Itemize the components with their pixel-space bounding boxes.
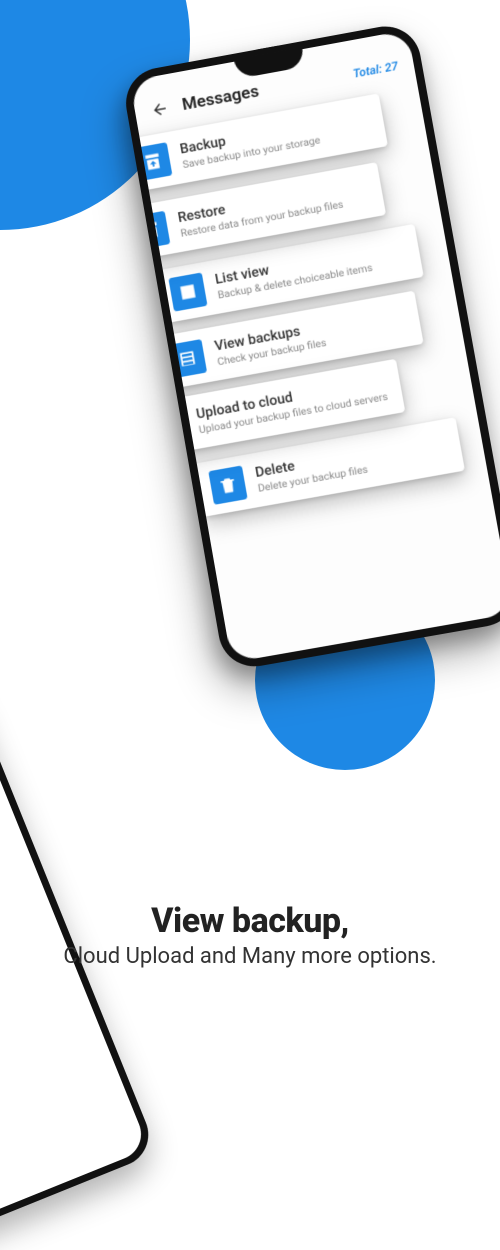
list-icon [168, 272, 207, 311]
options-list: Backup Save backup into your storage Res… [140, 86, 490, 532]
archive-down-icon [133, 142, 172, 181]
total-label: Total: [352, 62, 383, 81]
back-arrow-icon[interactable] [150, 99, 171, 120]
total-value: 27 [384, 59, 400, 75]
archive-up-icon [131, 211, 170, 250]
trash-icon [208, 465, 247, 504]
caption-subheading: Cloud Upload and Many more options. [40, 943, 460, 971]
cloud-upload-icon [149, 407, 188, 446]
phone-screen: Messages Total: 27 Backup Save backup in… [130, 30, 500, 663]
total-count: Total: 27 [352, 59, 399, 81]
caption-heading: View backup, [40, 901, 460, 941]
phone-mockup: Messages Total: 27 Backup Save backup in… [121, 21, 500, 672]
promo-caption: View backup, Cloud Upload and Many more … [0, 901, 500, 971]
grid-icon [168, 339, 207, 378]
